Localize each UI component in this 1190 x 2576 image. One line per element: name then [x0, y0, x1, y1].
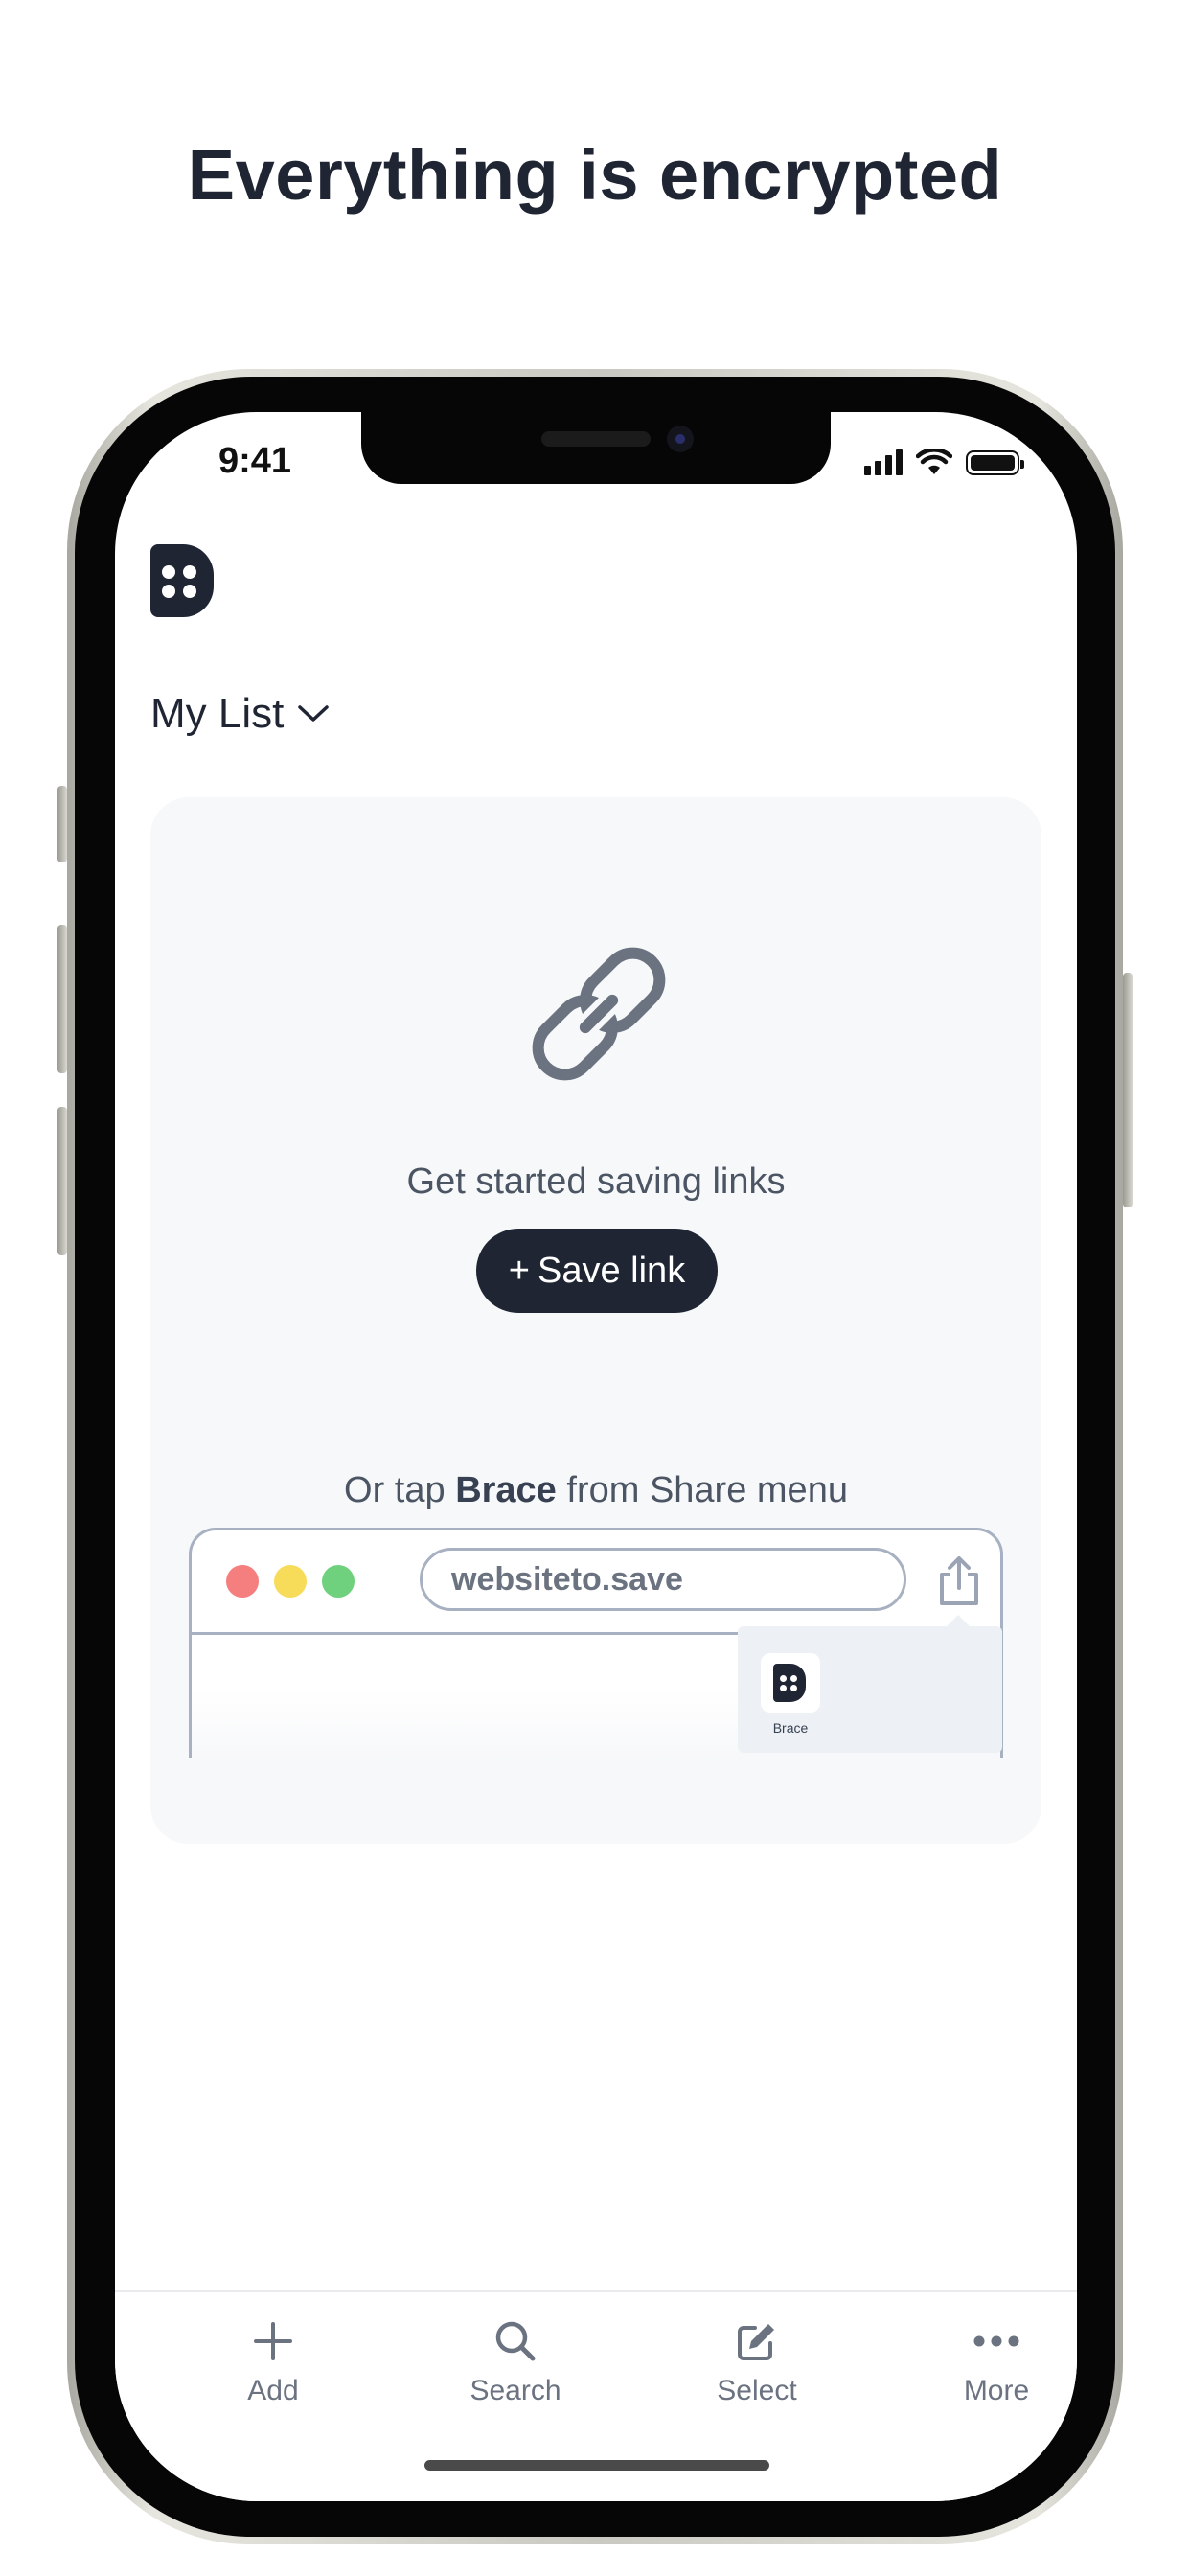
share-hint-before: Or tap	[344, 1470, 456, 1510]
page-headline: Everything is encrypted	[187, 135, 1003, 215]
notch	[361, 412, 831, 484]
empty-state-prompt: Get started saving links	[406, 1162, 786, 1202]
list-selector-label: My List	[150, 690, 285, 737]
power-button	[1123, 973, 1133, 1208]
phone-screen: 9:41 My List Get started saving links + …	[115, 412, 1077, 2501]
front-camera	[667, 426, 694, 452]
share-app-tile	[761, 1653, 820, 1713]
home-indicator[interactable]	[424, 2460, 769, 2471]
mute-switch	[57, 786, 67, 862]
search-icon	[495, 2321, 536, 2361]
tab-more-label: More	[963, 2375, 1030, 2406]
empty-state-card: Get started saving links + Save link Or …	[150, 797, 1041, 1844]
brace-logo-icon[interactable]	[150, 544, 214, 617]
browser-illustration: websiteto.save Brace	[189, 1528, 1003, 1758]
save-link-button[interactable]: + Save link	[476, 1229, 718, 1313]
share-sheet-popover: Brace	[738, 1615, 1002, 1753]
brace-mini-logo-icon	[773, 1664, 806, 1702]
list-selector[interactable]: My List	[150, 690, 330, 738]
link-icon	[532, 947, 666, 1081]
url-field: websiteto.save	[420, 1548, 906, 1611]
share-hint: Or tap Brace from Share menu	[150, 1470, 1041, 1511]
edit-icon	[738, 2324, 774, 2360]
traffic-light-yellow	[274, 1565, 307, 1598]
traffic-light-red	[226, 1565, 259, 1598]
tab-add-label: Add	[247, 2375, 299, 2406]
traffic-light-green	[322, 1565, 355, 1598]
plus-icon	[254, 2322, 292, 2360]
share-hint-after: from Share menu	[556, 1470, 848, 1510]
more-icon	[973, 2335, 1019, 2347]
volume-down-button	[57, 1107, 67, 1255]
tab-select[interactable]: Select	[680, 2312, 834, 2407]
volume-up-button	[57, 925, 67, 1073]
tab-search-label: Search	[469, 2375, 561, 2406]
signal-icon	[864, 449, 903, 475]
share-app-label: Brace	[772, 1720, 809, 1736]
tab-select-label: Select	[717, 2375, 797, 2406]
wifi-icon	[916, 448, 952, 474]
plus-icon: +	[508, 1250, 530, 1291]
speaker	[541, 431, 651, 447]
share-hint-app-name: Brace	[455, 1470, 557, 1510]
tab-search[interactable]: Search	[439, 2312, 592, 2407]
tab-more[interactable]: More	[920, 2312, 1073, 2407]
share-icon	[940, 1556, 978, 1605]
chevron-down-icon	[298, 705, 330, 722]
status-time: 9:41	[218, 441, 292, 481]
battery-icon	[966, 450, 1024, 475]
status-icons	[864, 448, 1024, 475]
tab-add[interactable]: Add	[196, 2312, 350, 2407]
save-link-label: Save link	[538, 1250, 686, 1291]
